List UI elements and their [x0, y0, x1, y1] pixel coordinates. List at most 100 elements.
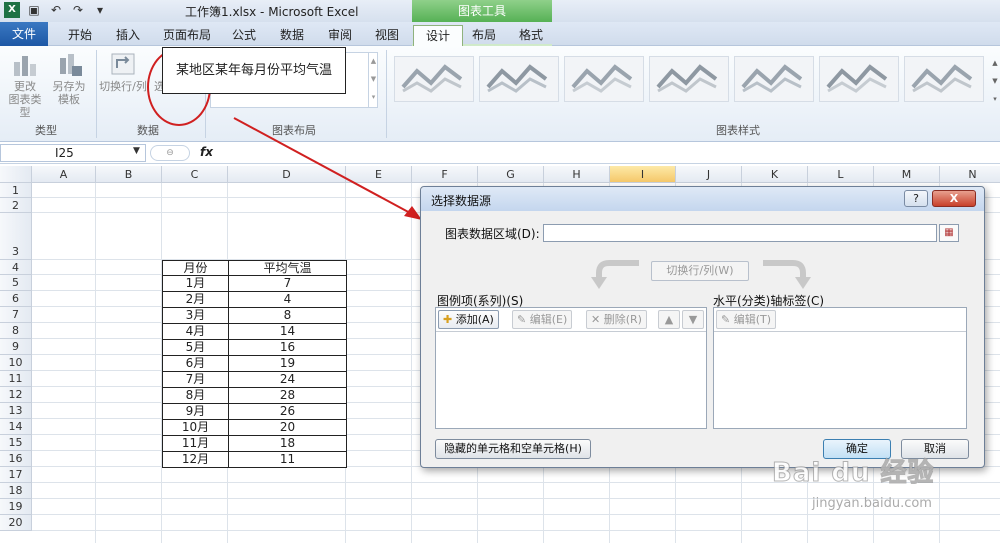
- table-cell[interactable]: 18: [228, 435, 347, 452]
- customize-qat-icon[interactable]: ▾: [92, 2, 108, 18]
- edit-axis-labels-button[interactable]: ✎ 编辑(T): [716, 310, 777, 329]
- row-header[interactable]: 9: [0, 339, 32, 355]
- remove-series-button[interactable]: ✕ 删除(R): [586, 310, 647, 329]
- chart-style-thumb[interactable]: [819, 56, 899, 102]
- tab-format[interactable]: 格式: [517, 25, 545, 46]
- row-header[interactable]: 19: [0, 499, 32, 515]
- row-header[interactable]: 8: [0, 323, 32, 339]
- table-cell[interactable]: 28: [228, 387, 347, 404]
- table-cell[interactable]: 6月: [162, 355, 229, 372]
- column-header[interactable]: C: [162, 166, 228, 183]
- table-cell[interactable]: 10月: [162, 419, 229, 436]
- tab-file[interactable]: 文件: [0, 22, 48, 46]
- table-cell[interactable]: 19: [228, 355, 347, 372]
- tab-formulas[interactable]: 公式: [230, 25, 258, 46]
- move-up-button[interactable]: ▲: [658, 310, 680, 329]
- chart-style-thumb[interactable]: [904, 56, 984, 102]
- select-all-corner[interactable]: [0, 166, 32, 183]
- row-header[interactable]: 17: [0, 467, 32, 483]
- chart-style-thumb[interactable]: [479, 56, 559, 102]
- change-chart-type-button[interactable]: 更改 图表类型: [4, 50, 46, 119]
- name-box-dropdown-icon[interactable]: ▼: [133, 146, 140, 156]
- insert-function-icon[interactable]: fx: [200, 145, 213, 159]
- column-header[interactable]: B: [96, 166, 162, 183]
- tab-design[interactable]: 设计: [413, 25, 464, 46]
- column-header[interactable]: L: [808, 166, 874, 183]
- save-as-template-button[interactable]: 另存为 模板: [48, 50, 90, 106]
- add-series-button[interactable]: ✚ 添加(A): [438, 310, 499, 329]
- column-header[interactable]: H: [544, 166, 610, 183]
- chart-styles-scroll[interactable]: ▲ ▼ ▾: [990, 54, 1000, 108]
- edit-series-button[interactable]: ✎ 编辑(E): [512, 310, 573, 329]
- row-header[interactable]: 7: [0, 307, 32, 323]
- column-header[interactable]: A: [32, 166, 96, 183]
- chart-style-thumb[interactable]: [734, 56, 814, 102]
- column-header[interactable]: G: [478, 166, 544, 183]
- row-header[interactable]: 15: [0, 435, 32, 451]
- row-header[interactable]: 5: [0, 275, 32, 291]
- close-button[interactable]: X: [932, 190, 976, 207]
- switch-row-column-button[interactable]: 切换行/列: [98, 50, 148, 93]
- chart-style-thumb[interactable]: [649, 56, 729, 102]
- row-header[interactable]: 12: [0, 387, 32, 403]
- table-cell[interactable]: 1月: [162, 275, 229, 292]
- table-cell[interactable]: 平均气温: [228, 260, 347, 276]
- row-header[interactable]: 10: [0, 355, 32, 371]
- collapse-dialog-icon[interactable]: ▦: [939, 224, 959, 242]
- row-header[interactable]: 1: [0, 183, 32, 198]
- table-cell[interactable]: 7月: [162, 371, 229, 388]
- column-header[interactable]: N: [940, 166, 1000, 183]
- table-cell[interactable]: 3月: [162, 307, 229, 324]
- row-header[interactable]: 20: [0, 515, 32, 531]
- row-header[interactable]: 11: [0, 371, 32, 387]
- name-box[interactable]: I25: [0, 144, 146, 162]
- table-cell[interactable]: 11月: [162, 435, 229, 452]
- row-header[interactable]: 2: [0, 198, 32, 213]
- table-cell[interactable]: 7: [228, 275, 347, 292]
- chart-style-thumb[interactable]: [394, 56, 474, 102]
- table-cell[interactable]: 12月: [162, 451, 229, 468]
- table-cell[interactable]: 9月: [162, 403, 229, 420]
- undo-icon[interactable]: ↶: [48, 2, 64, 18]
- table-cell[interactable]: 4月: [162, 323, 229, 340]
- column-header[interactable]: K: [742, 166, 808, 183]
- table-cell[interactable]: 月份: [162, 260, 229, 276]
- row-header[interactable]: 16: [0, 451, 32, 467]
- column-header[interactable]: M: [874, 166, 940, 183]
- table-cell[interactable]: 4: [228, 291, 347, 308]
- tab-page-layout[interactable]: 页面布局: [161, 25, 213, 46]
- table-cell[interactable]: 11: [228, 451, 347, 468]
- expand-formula-icon[interactable]: ⊖: [150, 145, 190, 161]
- row-header[interactable]: 4: [0, 260, 32, 275]
- tab-home[interactable]: 开始: [66, 25, 94, 46]
- tab-data[interactable]: 数据: [278, 25, 306, 46]
- save-icon[interactable]: ▣: [26, 2, 42, 18]
- table-cell[interactable]: 8月: [162, 387, 229, 404]
- tab-view[interactable]: 视图: [373, 25, 401, 46]
- row-header[interactable]: 14: [0, 419, 32, 435]
- chart-style-thumb[interactable]: [564, 56, 644, 102]
- redo-icon[interactable]: ↷: [70, 2, 86, 18]
- column-header[interactable]: I: [610, 166, 676, 183]
- row-header[interactable]: 18: [0, 483, 32, 499]
- move-down-button[interactable]: ▼: [682, 310, 704, 329]
- table-cell[interactable]: 26: [228, 403, 347, 420]
- table-cell[interactable]: 5月: [162, 339, 229, 356]
- table-cell[interactable]: 24: [228, 371, 347, 388]
- table-cell[interactable]: 16: [228, 339, 347, 356]
- hidden-empty-cells-button[interactable]: 隐藏的单元格和空单元格(H): [435, 439, 591, 459]
- switch-row-column-button[interactable]: 切换行/列(W): [651, 261, 749, 281]
- tab-insert[interactable]: 插入: [114, 25, 142, 46]
- chart-data-range-input[interactable]: [543, 224, 937, 242]
- table-cell[interactable]: 8: [228, 307, 347, 324]
- row-header[interactable]: 3: [0, 213, 32, 260]
- chart-layouts-scroll[interactable]: ▲ ▼ ▾: [368, 52, 378, 108]
- row-header[interactable]: 6: [0, 291, 32, 307]
- column-header[interactable]: J: [676, 166, 742, 183]
- table-cell[interactable]: 2月: [162, 291, 229, 308]
- row-header[interactable]: 13: [0, 403, 32, 419]
- tab-review[interactable]: 审阅: [326, 25, 354, 46]
- table-cell[interactable]: 14: [228, 323, 347, 340]
- tab-layout[interactable]: 布局: [470, 25, 498, 46]
- table-cell[interactable]: 20: [228, 419, 347, 436]
